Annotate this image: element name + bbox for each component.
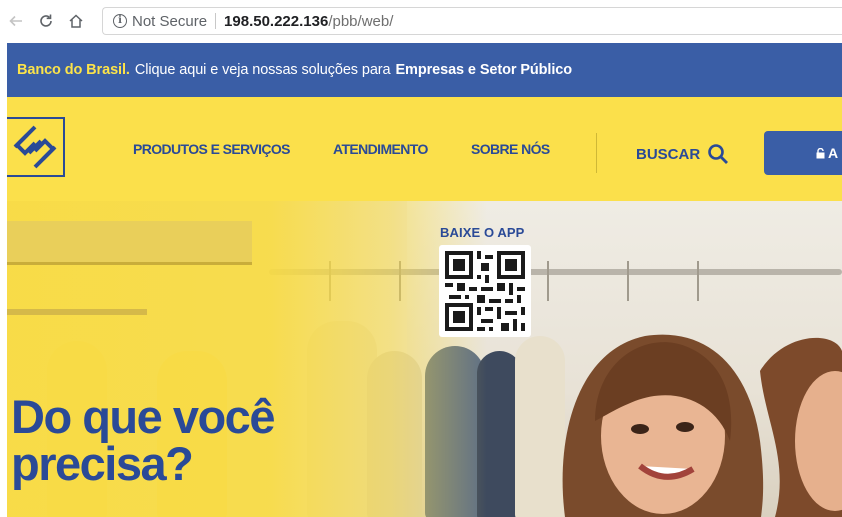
arrow-left-icon: [9, 15, 22, 27]
login-label: A: [828, 145, 839, 161]
reload-icon: [40, 14, 52, 27]
logo[interactable]: [7, 117, 65, 177]
hero-title: Do que você precisa?: [11, 390, 275, 490]
banco-do-brasil-logo-icon: [13, 125, 57, 169]
nav-produtos-servicos[interactable]: PRODUTOS E SERVIÇOS: [133, 141, 291, 157]
browser-toolbar: i Not Secure 198.50.222.136/pbb/web/: [0, 0, 842, 42]
back-button[interactable]: [6, 11, 26, 31]
address-separator: [215, 13, 217, 29]
nav-atendimento[interactable]: ATENDIMENTO: [333, 141, 428, 157]
url-path: /pbb/web/: [328, 12, 394, 30]
address-bar[interactable]: i Not Secure 198.50.222.136/pbb/web/: [102, 7, 842, 35]
hero-title-line-1: Do que você: [11, 390, 275, 443]
nav-sobre-nos[interactable]: SOBRE NÓS: [471, 141, 550, 157]
login-button[interactable]: A: [764, 131, 842, 175]
home-button[interactable]: [66, 11, 86, 31]
promo-brand: Banco do Brasil.: [17, 62, 130, 78]
info-icon: i: [113, 14, 127, 28]
search-button[interactable]: BUSCAR: [636, 143, 729, 165]
site-header: PRODUTOS E SERVIÇOS ATENDIMENTO SOBRE NÓ…: [7, 97, 842, 201]
promo-highlight: Empresas e Setor Público: [395, 62, 572, 78]
url-host: 198.50.222.136: [224, 12, 329, 30]
promo-text: Clique aqui e veja nossas soluções para: [134, 62, 391, 78]
promo-banner[interactable]: Banco do Brasil. Clique aqui e veja noss…: [7, 43, 842, 97]
security-status: Not Secure: [132, 12, 208, 30]
search-icon: [708, 144, 729, 164]
woman-photo: [562, 334, 842, 517]
qr-code[interactable]: [439, 245, 531, 337]
reload-button[interactable]: [36, 11, 56, 31]
app-download-label: BAIXE O APP: [440, 225, 525, 240]
shelf: [7, 221, 252, 265]
shelf: [7, 309, 147, 315]
header-divider: [596, 133, 597, 173]
hero-banner: BAIXE O APP Do que você precisa?: [7, 201, 842, 517]
lock-icon: [816, 147, 825, 158]
home-icon: [69, 14, 83, 28]
qr-code-icon: [445, 251, 525, 331]
hero-title-line-2: precisa?: [11, 437, 194, 490]
search-label: BUSCAR: [636, 145, 701, 163]
page: i Not Secure 198.50.222.136/pbb/web/ Ban…: [0, 0, 842, 517]
